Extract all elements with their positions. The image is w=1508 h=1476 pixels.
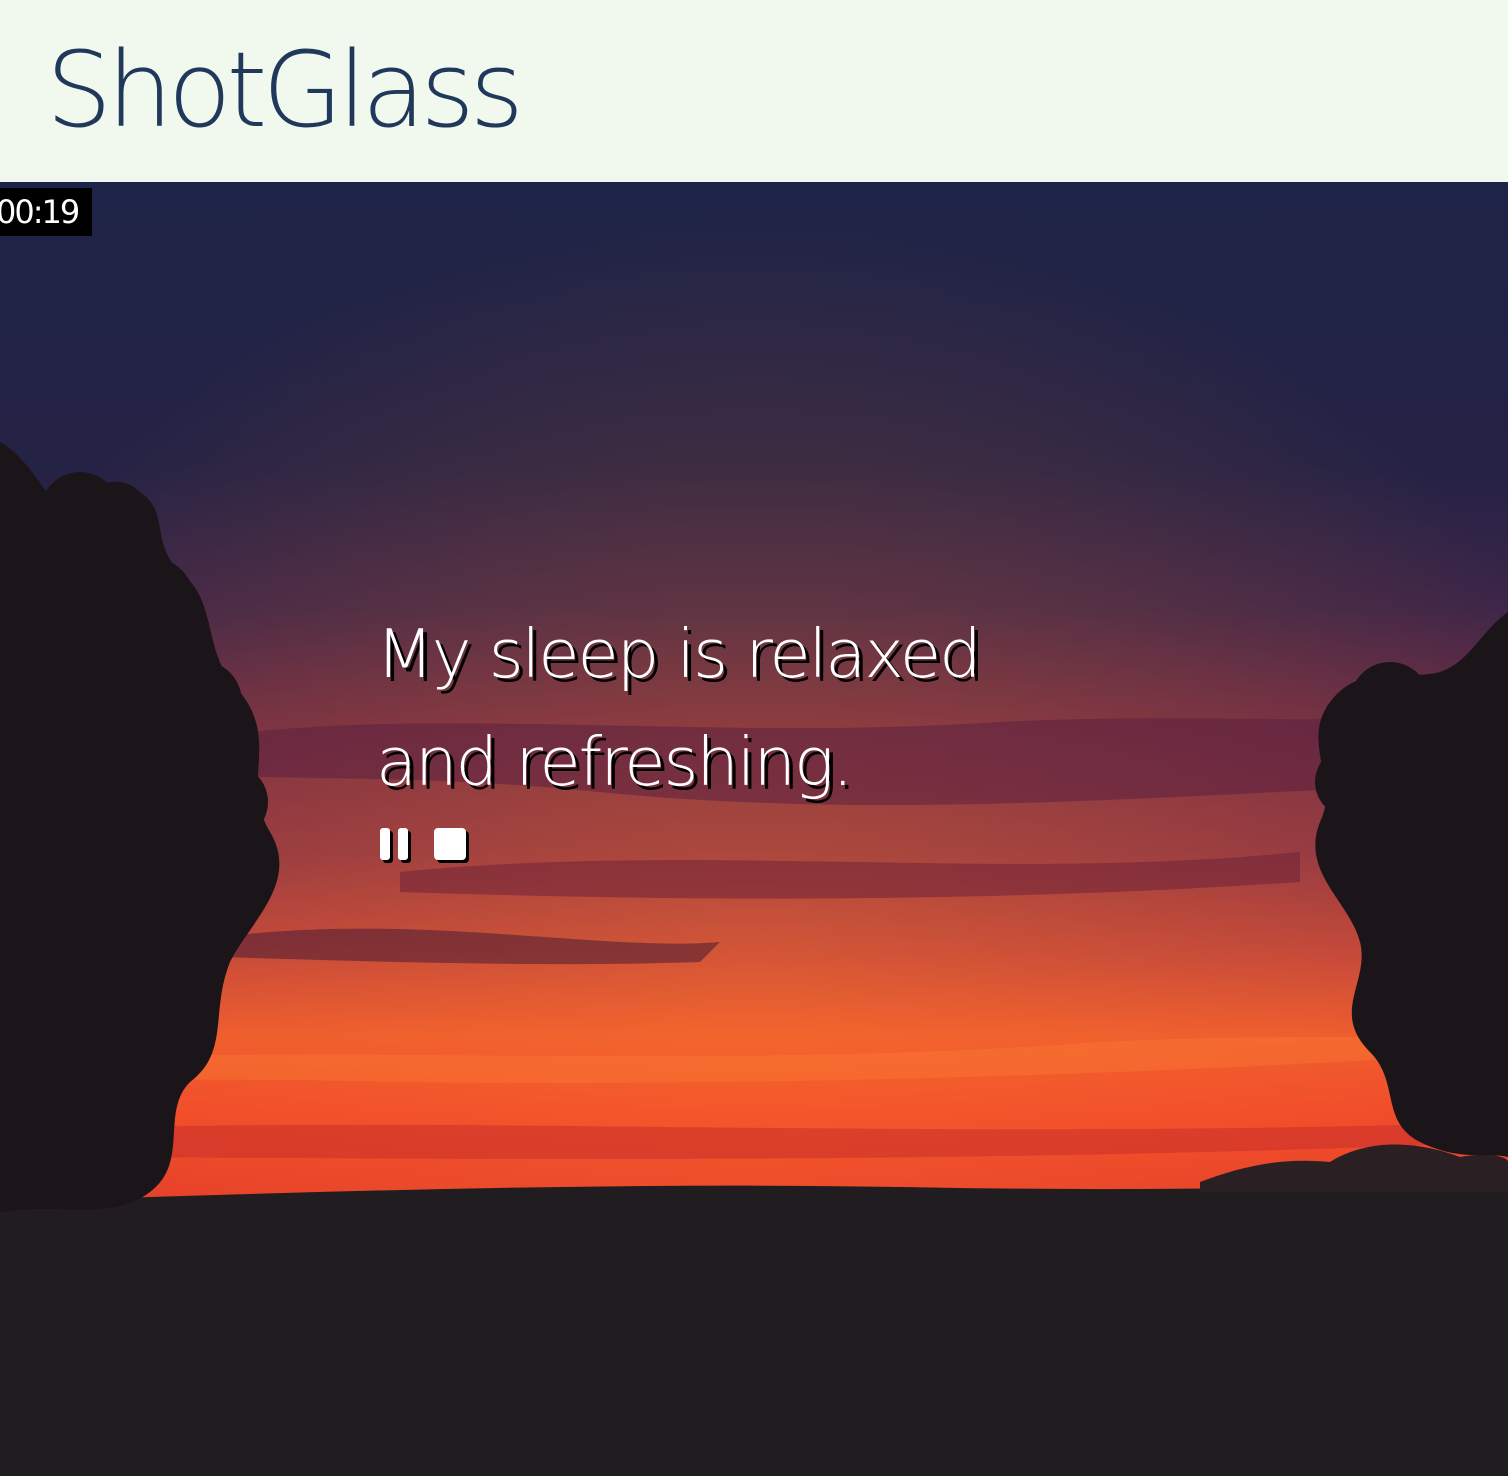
affirmation-text: My sleep is relaxed and refreshing.: [376, 600, 1276, 816]
affirmation-line: My sleep is relaxed: [376, 615, 982, 693]
session-timer: 00:19: [0, 188, 92, 236]
app-header: ShotGlass: [0, 0, 1508, 182]
playback-controls: [378, 826, 470, 866]
affirmation-line: and refreshing.: [376, 723, 853, 801]
sunset-background-image: [0, 182, 1508, 1476]
pause-button[interactable]: [378, 826, 416, 864]
pause-icon: [380, 828, 411, 863]
app-logo-text[interactable]: ShotGlass: [46, 30, 524, 150]
stop-button[interactable]: [432, 826, 470, 864]
stop-icon: [434, 828, 469, 863]
affirmation-stage: [0, 182, 1508, 1476]
